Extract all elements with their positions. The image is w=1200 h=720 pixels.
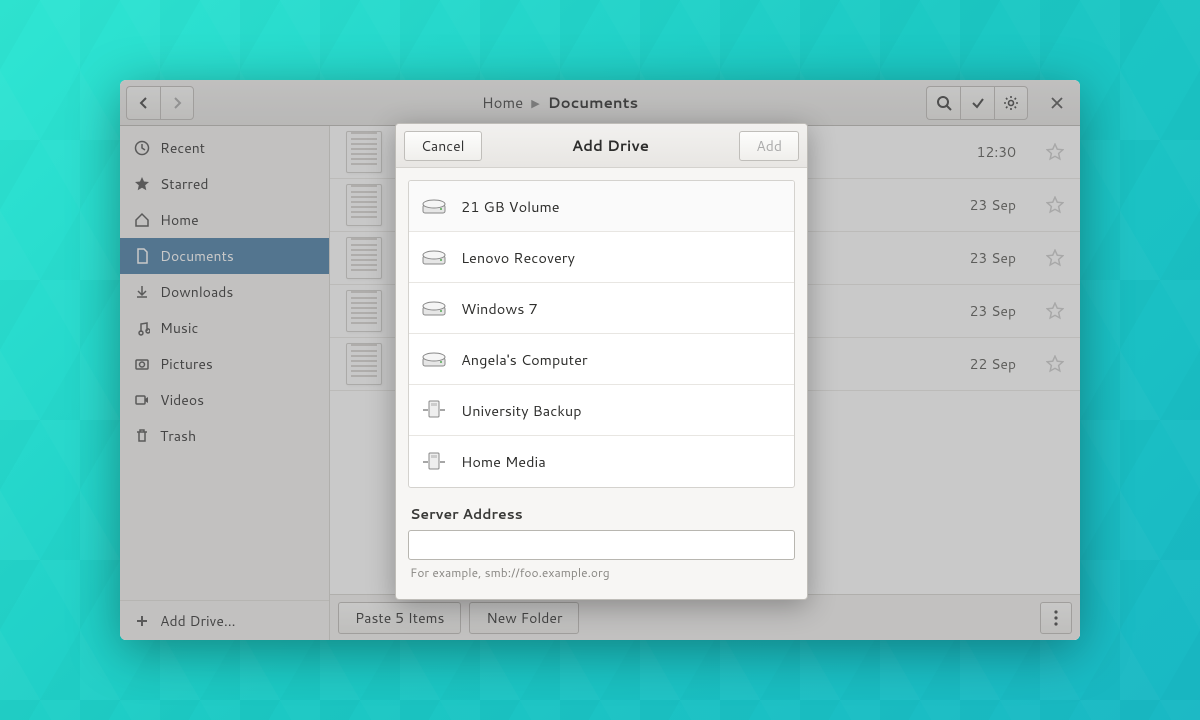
dialog-header: Cancel Add Drive Add [396,124,807,168]
dialog-title: Add Drive [482,135,740,156]
drive-label: Lenovo Recovery [461,247,575,268]
hard-drive-icon [421,195,447,217]
add-button[interactable]: Add [739,131,799,161]
add-drive-dialog: Cancel Add Drive Add 21 GB Volume Lenovo… [395,123,808,600]
drive-item[interactable]: Home Media [409,436,794,487]
network-drive-icon [421,451,447,473]
server-address-label: Server Address [408,504,795,524]
hard-drive-icon [421,348,447,370]
server-address-hint: For example, smb://foo.example.org [408,564,795,587]
dialog-body: 21 GB Volume Lenovo Recovery Windows 7 A… [396,168,807,599]
drive-label: Angela's Computer [461,349,588,370]
drive-item[interactable]: Lenovo Recovery [409,232,794,283]
drive-list: 21 GB Volume Lenovo Recovery Windows 7 A… [408,180,795,488]
network-drive-icon [421,399,447,421]
drive-item[interactable]: Angela's Computer [409,334,794,385]
drive-item[interactable]: Windows 7 [409,283,794,334]
drive-label: 21 GB Volume [461,196,560,217]
hard-drive-icon [421,297,447,319]
drive-label: Home Media [461,451,546,472]
cancel-button[interactable]: Cancel [404,131,482,161]
hard-drive-icon [421,246,447,268]
drive-label: Windows 7 [461,298,538,319]
server-address-input[interactable] [408,530,795,560]
drive-item[interactable]: University Backup [409,385,794,436]
drive-label: University Backup [461,400,582,421]
drive-item[interactable]: 21 GB Volume [409,181,794,232]
